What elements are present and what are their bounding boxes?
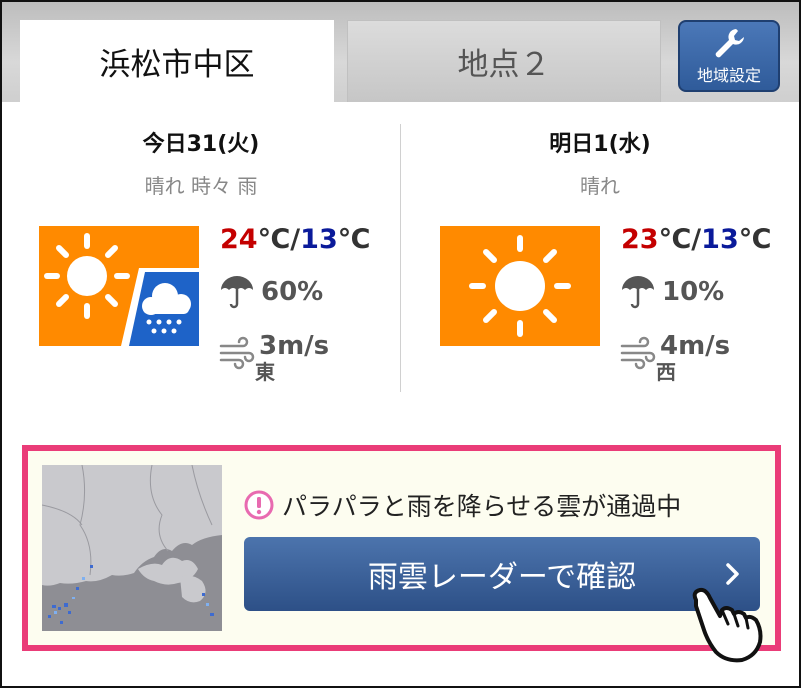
pointing-hand-icon: [692, 587, 763, 663]
tab-location-2[interactable]: 地点２: [347, 20, 661, 102]
temp-unit: ℃: [257, 224, 291, 255]
temp-low: 13: [300, 224, 338, 255]
sun-icon: [440, 226, 600, 346]
temp-high: 24: [220, 224, 258, 255]
tab-location-1[interactable]: 浜松市中区: [20, 20, 334, 102]
temp-high: 23: [621, 224, 659, 255]
radar-map-thumbnail[interactable]: [42, 465, 222, 631]
temp-low: 13: [701, 224, 739, 255]
forecast-today: 今日31(火) 晴れ 時々 雨 24℃/13℃ 60% 3m/s 東: [2, 102, 400, 432]
forecast-date: 今日31(火): [142, 132, 260, 157]
alert-message: パラパラと雨を降らせる雲が通過中: [244, 487, 681, 523]
umbrella-icon: [622, 276, 654, 309]
wind-speed: 4m/s: [660, 331, 731, 361]
rain-radar-button[interactable]: 雨雲レーダーで確認: [244, 537, 760, 611]
sun-then-rain-icon: [39, 226, 199, 346]
temp-unit: ℃: [738, 224, 772, 255]
wind: 3m/s 東: [219, 332, 329, 384]
forecast-date: 明日1(水): [549, 132, 651, 157]
temp-unit: ℃: [337, 224, 371, 255]
temp-unit: ℃: [658, 224, 692, 255]
wrench-icon: [715, 29, 744, 58]
wind-direction: 東: [255, 360, 275, 384]
rain-chance-value: 60%: [261, 277, 324, 307]
temperature: 24℃/13℃: [220, 224, 370, 255]
rain-chance: 60%: [219, 274, 323, 310]
forecast-condition: 晴れ 時々 雨: [144, 174, 258, 198]
weather-widget: 浜松市中区 地点２ 地域設定 今日31(火) 晴れ 時々 雨 24℃/13℃ 6…: [0, 0, 801, 688]
umbrella-icon: [221, 276, 253, 309]
region-settings-button[interactable]: 地域設定: [678, 20, 780, 92]
temp-separator: /: [691, 224, 702, 255]
location-tab-bar: 浜松市中区 地点２ 地域設定: [2, 2, 799, 102]
alert-text: パラパラと雨を降らせる雲が通過中: [282, 492, 682, 521]
rain-radar-button-label: 雨雲レーダーで確認: [367, 560, 637, 595]
wind: 4m/s 西: [620, 332, 730, 384]
wind-direction: 西: [656, 360, 676, 384]
forecast-condition: 晴れ: [580, 174, 620, 198]
region-settings-label: 地域設定: [696, 66, 761, 85]
rain-chance: 10%: [620, 274, 724, 310]
rain-chance-value: 10%: [662, 277, 725, 307]
temperature: 23℃/13℃: [621, 224, 771, 255]
forecast-tomorrow: 明日1(水) 晴れ 23℃/13℃ 10% 4m/s 西: [401, 102, 799, 432]
rain-cloud-alert: パラパラと雨を降らせる雲が通過中 雨雲レーダーで確認: [22, 445, 781, 651]
wind-icon: [620, 336, 656, 370]
temp-separator: /: [290, 224, 301, 255]
exclamation-circle-icon: [244, 490, 274, 520]
wind-speed: 3m/s: [259, 331, 330, 361]
wind-icon: [219, 336, 255, 370]
